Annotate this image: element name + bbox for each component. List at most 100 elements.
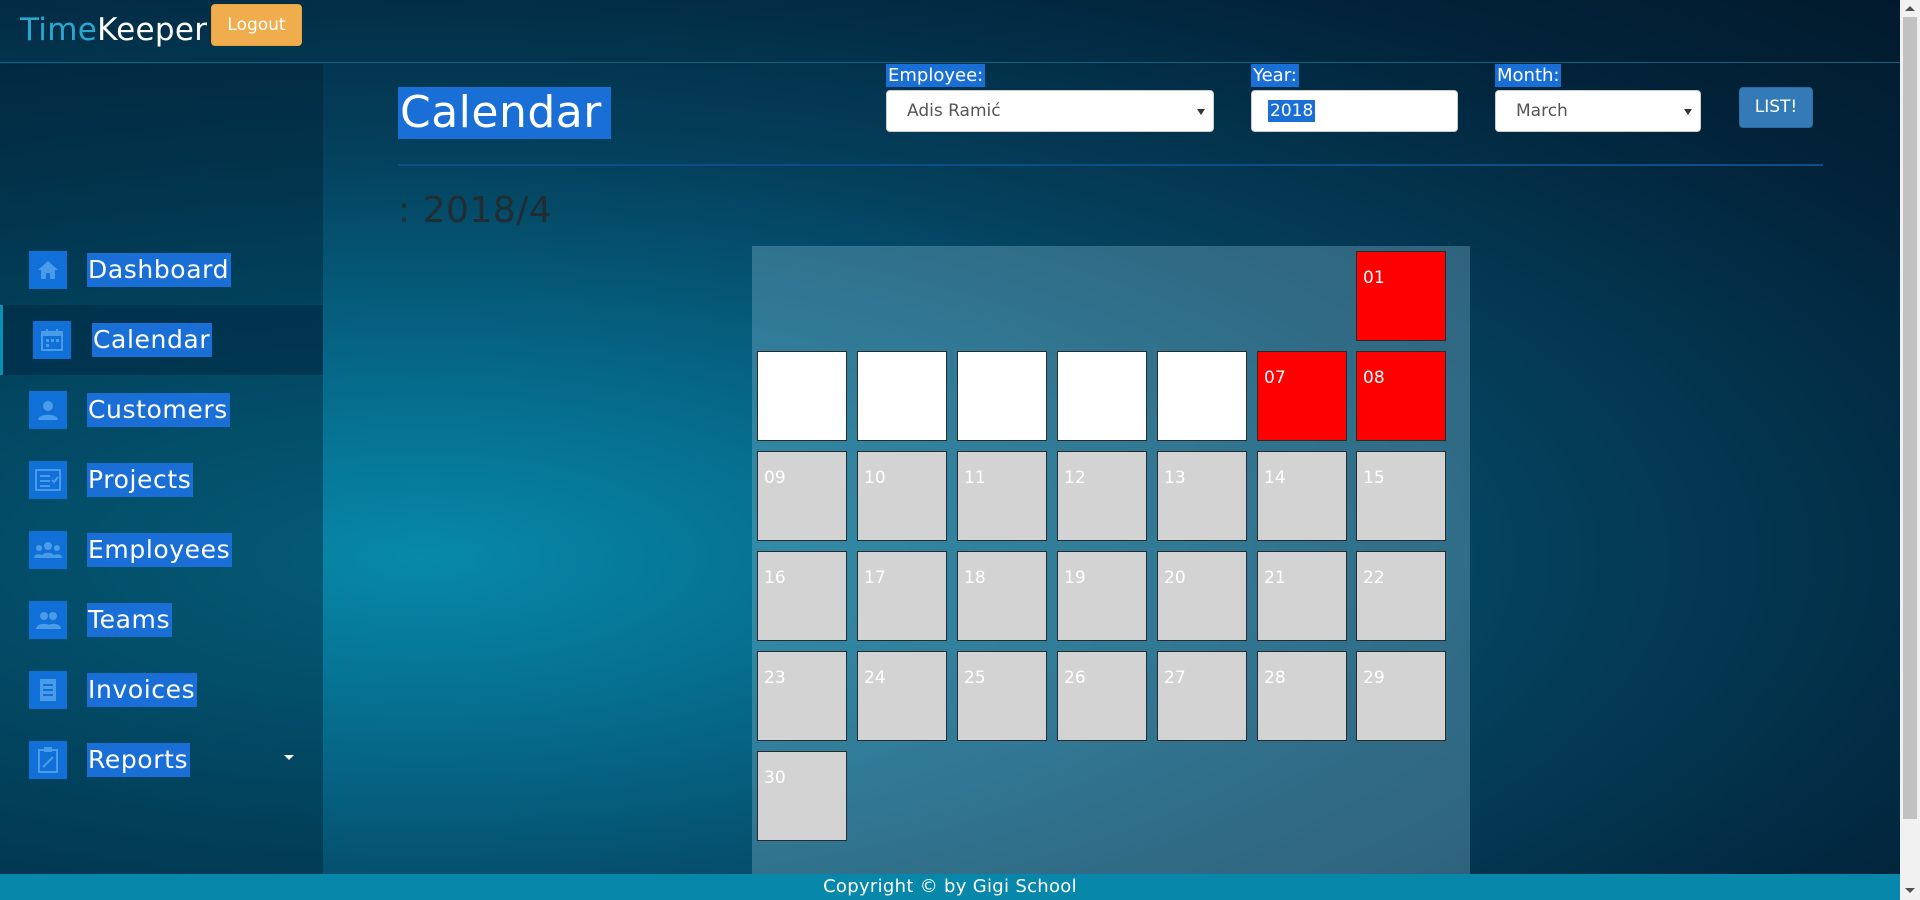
divider (398, 164, 1823, 166)
sidebar-item-label: Calendar (92, 323, 213, 357)
sidebar-item-label: Reports (87, 743, 191, 777)
group-icon (29, 531, 67, 569)
year-label: Year: (1251, 64, 1299, 87)
document-icon (29, 671, 67, 709)
day-number: 11 (964, 468, 986, 488)
sidebar-item-label: Teams (87, 603, 173, 637)
calendar-day[interactable]: 13 (1157, 451, 1247, 541)
calendar-day[interactable]: 20 (1157, 551, 1247, 641)
calendar-day[interactable]: 25 (957, 651, 1047, 741)
calendar-day[interactable]: 22 (1356, 551, 1446, 641)
calendar-day[interactable]: 17 (857, 551, 947, 641)
year-input-value: 2018 (1268, 100, 1316, 122)
day-number: 16 (764, 568, 786, 588)
sidebar-item-dashboard[interactable]: Dashboard (0, 235, 323, 305)
brand-part-time: Time (20, 12, 98, 48)
calendar-day[interactable]: 19 (1057, 551, 1147, 641)
day-number: 09 (764, 468, 786, 488)
sidebar-item-label: Dashboard (87, 253, 232, 287)
calendar-day[interactable]: 30 (757, 751, 847, 841)
calendar-period: : 2018/4 (398, 190, 553, 231)
sidebar-item-label: Projects (87, 463, 194, 497)
employee-label: Employee: (886, 64, 986, 87)
calendar-day[interactable] (1057, 351, 1147, 441)
clipboard-icon (29, 741, 67, 779)
sidebar-item-employees[interactable]: Employees (0, 515, 323, 585)
sidebar-item-label: Invoices (87, 673, 198, 707)
calendar-day[interactable]: 07 (1257, 351, 1347, 441)
calendar-day[interactable] (757, 351, 847, 441)
calendar-day[interactable]: 08 (1356, 351, 1446, 441)
checklist-icon (29, 461, 67, 499)
sidebar-item-invoices[interactable]: Invoices (0, 655, 323, 725)
sidebar-item-teams[interactable]: Teams (0, 585, 323, 655)
sidebar-item-label: Customers (87, 393, 230, 427)
calendar-day[interactable]: 16 (757, 551, 847, 641)
sidebar-item-customers[interactable]: Customers (0, 375, 323, 445)
app-logo[interactable]: TimeKeeper (20, 12, 207, 48)
year-input[interactable]: 2018 (1251, 90, 1458, 132)
day-number: 28 (1264, 668, 1286, 688)
day-number: 29 (1363, 668, 1385, 688)
sidebar: Dashboard Calendar Customers Projects Em… (0, 64, 323, 874)
day-number: 26 (1064, 668, 1086, 688)
calendar-day[interactable]: 09 (757, 451, 847, 541)
calendar-grid: 01 07 08 09 10 11 12 13 14 15 16 17 18 1… (752, 246, 1470, 874)
list-button[interactable]: LIST! (1739, 87, 1813, 128)
sidebar-item-label: Employees (87, 533, 233, 567)
vertical-scrollbar[interactable] (1900, 0, 1920, 900)
day-number: 01 (1363, 268, 1385, 288)
calendar-day[interactable]: 15 (1356, 451, 1446, 541)
day-number: 15 (1363, 468, 1385, 488)
home-icon (29, 251, 67, 289)
day-number: 25 (964, 668, 986, 688)
calendar-day[interactable]: 01 (1356, 251, 1446, 341)
person-icon (29, 391, 67, 429)
top-navbar: TimeKeeper Logout (0, 0, 1900, 63)
sidebar-item-reports[interactable]: Reports (0, 725, 323, 795)
scroll-down-arrow-icon[interactable] (1905, 888, 1915, 893)
caret-down-icon[interactable] (284, 755, 294, 760)
calendar-day[interactable] (1157, 351, 1247, 441)
scroll-up-arrow-icon[interactable] (1905, 6, 1915, 11)
calendar-day[interactable]: 21 (1257, 551, 1347, 641)
day-number: 17 (864, 568, 886, 588)
day-number: 14 (1264, 468, 1286, 488)
scrollbar-thumb[interactable] (1903, 17, 1917, 819)
day-number: 18 (964, 568, 986, 588)
day-number: 22 (1363, 568, 1385, 588)
calendar-day[interactable]: 28 (1257, 651, 1347, 741)
day-number: 27 (1164, 668, 1186, 688)
calendar-day[interactable]: 12 (1057, 451, 1147, 541)
employee-select[interactable]: Adis Ramić (886, 90, 1214, 132)
day-number: 21 (1264, 568, 1286, 588)
calendar-day[interactable] (957, 351, 1047, 441)
calendar-day[interactable] (857, 351, 947, 441)
calendar-day[interactable]: 29 (1356, 651, 1446, 741)
footer-copyright: Copyright © by Gigi School (0, 874, 1900, 900)
day-number: 12 (1064, 468, 1086, 488)
calendar-day[interactable]: 18 (957, 551, 1047, 641)
calendar-day[interactable]: 10 (857, 451, 947, 541)
employee-select-value: Adis Ramić (907, 101, 1001, 121)
day-number: 20 (1164, 568, 1186, 588)
calendar-day[interactable]: 14 (1257, 451, 1347, 541)
day-number: 24 (864, 668, 886, 688)
day-number: 23 (764, 668, 786, 688)
month-label: Month: (1495, 64, 1562, 87)
month-select-value: March (1516, 101, 1568, 121)
day-number: 30 (764, 768, 786, 788)
calendar-day[interactable]: 26 (1057, 651, 1147, 741)
day-number: 08 (1363, 368, 1385, 388)
dropdown-arrow-icon (1684, 109, 1692, 115)
calendar-day[interactable]: 11 (957, 451, 1047, 541)
calendar-day[interactable]: 27 (1157, 651, 1247, 741)
logout-button[interactable]: Logout (211, 4, 302, 46)
sidebar-item-calendar[interactable]: Calendar (0, 305, 323, 375)
calendar-day[interactable]: 23 (757, 651, 847, 741)
month-select[interactable]: March (1495, 90, 1701, 132)
calendar-day[interactable]: 24 (857, 651, 947, 741)
sidebar-item-projects[interactable]: Projects (0, 445, 323, 515)
page-title: Calendar (398, 87, 611, 139)
people-icon (29, 601, 67, 639)
